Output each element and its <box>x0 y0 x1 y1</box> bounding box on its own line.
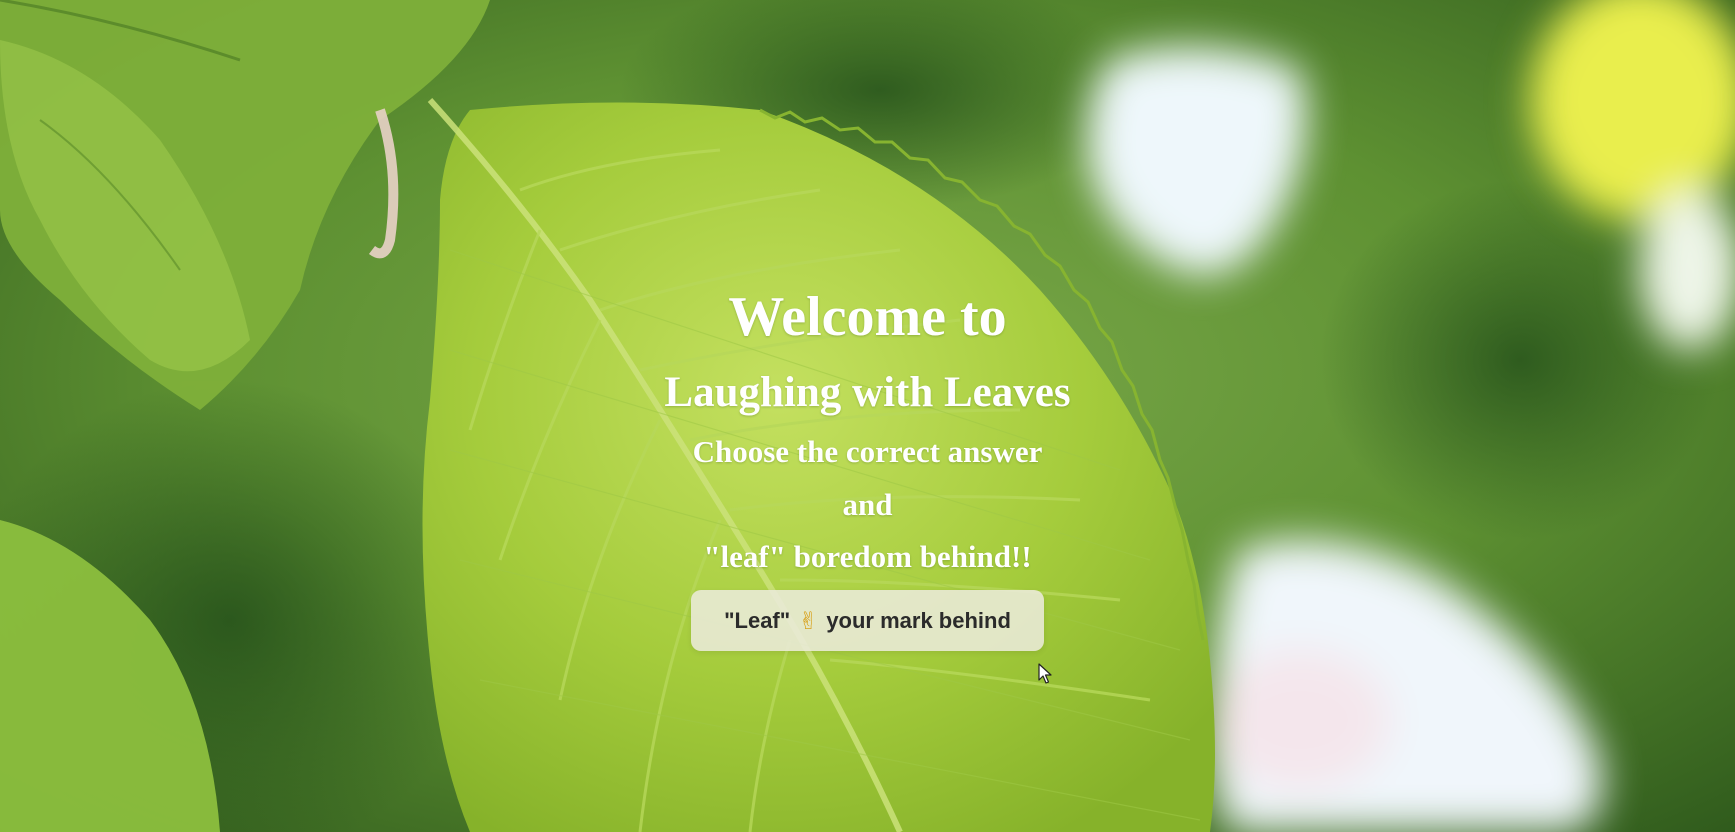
start-button-label-prefix: "Leaf" <box>724 607 791 633</box>
tagline: "leaf" boredom behind!! <box>703 539 1032 574</box>
site-title: Laughing with Leaves <box>664 369 1071 416</box>
instruction-line: Choose the correct answer <box>692 434 1043 469</box>
hero-section: Welcome to Laughing with Leaves Choose t… <box>0 0 1735 832</box>
mouse-pointer-icon <box>1038 663 1052 684</box>
victory-hand-icon: ✌ <box>798 606 819 635</box>
start-quiz-button[interactable]: "Leaf" ✌ your mark behind <box>691 590 1044 651</box>
instruction-conjunction: and <box>842 487 893 522</box>
start-button-label-suffix: your mark behind <box>826 607 1011 633</box>
welcome-heading: Welcome to <box>728 286 1007 348</box>
